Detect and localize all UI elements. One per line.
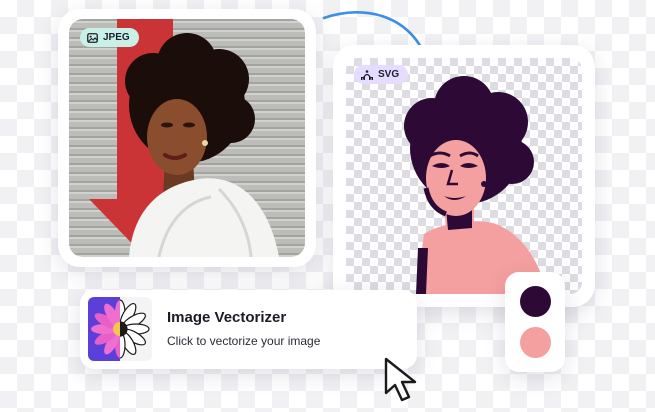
- svg-format-badge: SVG: [354, 65, 409, 84]
- original-photo: [69, 19, 305, 257]
- tool-subtitle: Click to vectorize your image: [167, 334, 321, 348]
- color-swatch-pink[interactable]: [520, 327, 551, 358]
- vector-path-icon: [361, 69, 373, 80]
- vectorized-photo: [346, 58, 582, 294]
- image-vectorizer-button[interactable]: Image Vectorizer Click to vectorize your…: [80, 290, 417, 369]
- jpeg-format-badge: JPEG: [80, 28, 139, 47]
- flower-icon: [88, 297, 152, 361]
- tool-title: Image Vectorizer: [167, 309, 287, 326]
- image-icon: [87, 32, 98, 43]
- color-palette-card: [505, 272, 565, 372]
- color-swatch-dark-purple[interactable]: [520, 286, 551, 317]
- mouse-pointer-icon: [384, 357, 417, 402]
- svg-badge-label: SVG: [378, 69, 400, 80]
- original-image-card: [58, 9, 316, 267]
- jpeg-badge-label: JPEG: [103, 32, 130, 43]
- vectorized-image-card: [333, 45, 595, 307]
